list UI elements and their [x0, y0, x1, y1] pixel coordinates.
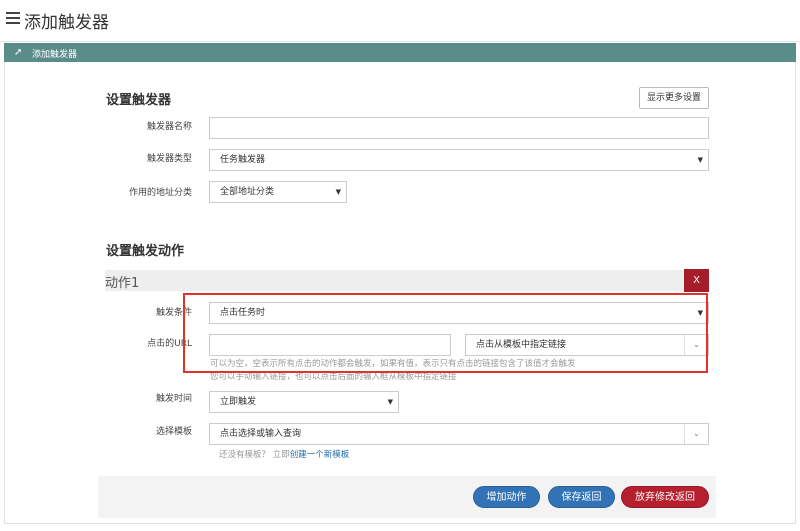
address-category-select[interactable]: 全部地址分类 ▼: [209, 181, 347, 203]
page-header: 添加触发器: [0, 0, 800, 42]
page-title: 添加触发器: [24, 13, 109, 33]
section-title-settings: 设置触发器: [106, 93, 172, 108]
caret-down-icon: ▼: [697, 156, 703, 164]
save-return-button[interactable]: 保存返回: [548, 486, 615, 508]
trigger-type-value: 任务触发器: [220, 155, 266, 165]
trigger-time-label: 触发时间: [155, 394, 192, 404]
action-title: 动作1: [105, 276, 140, 291]
chevron-down-icon[interactable]: ⌄: [684, 424, 708, 444]
list-icon: [6, 12, 20, 24]
panel-header: ➚ 添加触发器: [4, 43, 796, 62]
action-header: 动作1: [105, 270, 709, 291]
caret-down-icon: ▼: [335, 188, 341, 196]
highlight-box: [183, 293, 708, 373]
discard-return-button[interactable]: 放弃修改返回: [621, 486, 709, 508]
share-icon: ➚: [14, 47, 23, 58]
section-title-actions: 设置触发动作: [106, 244, 185, 259]
template-help-text: 还没有模板？ 立即创建一个新模板: [219, 448, 349, 460]
select-template-input[interactable]: 点击选择或输入查询 ⌄: [209, 423, 709, 445]
trigger-time-select[interactable]: 立即触发 ▼: [209, 391, 399, 413]
panel-title: 添加触发器: [32, 50, 78, 60]
trigger-name-input[interactable]: [209, 117, 709, 139]
trigger-condition-label: 触发条件: [155, 308, 192, 318]
trigger-type-label: 触发器类型: [146, 154, 192, 164]
trigger-type-select[interactable]: 任务触发器 ▼: [209, 149, 709, 171]
trigger-name-label: 触发器名称: [146, 122, 192, 132]
address-category-label: 作用的地址分类: [128, 188, 192, 198]
trigger-time-value: 立即触发: [220, 397, 257, 407]
delete-action-button[interactable]: X: [684, 269, 709, 292]
select-template-label: 选择模板: [155, 427, 192, 437]
select-template-value: 点击选择或输入查询: [220, 429, 302, 439]
add-action-button[interactable]: 增加动作: [473, 486, 540, 508]
address-category-value: 全部地址分类: [220, 187, 275, 197]
create-template-link[interactable]: 创建一个新模板: [290, 450, 350, 460]
click-url-label: 点击的URL: [147, 339, 192, 349]
template-help-prefix: 还没有模板？ 立即: [219, 450, 290, 460]
show-more-settings-button[interactable]: 显示更多设置: [639, 87, 709, 109]
caret-down-icon: ▼: [387, 398, 393, 406]
